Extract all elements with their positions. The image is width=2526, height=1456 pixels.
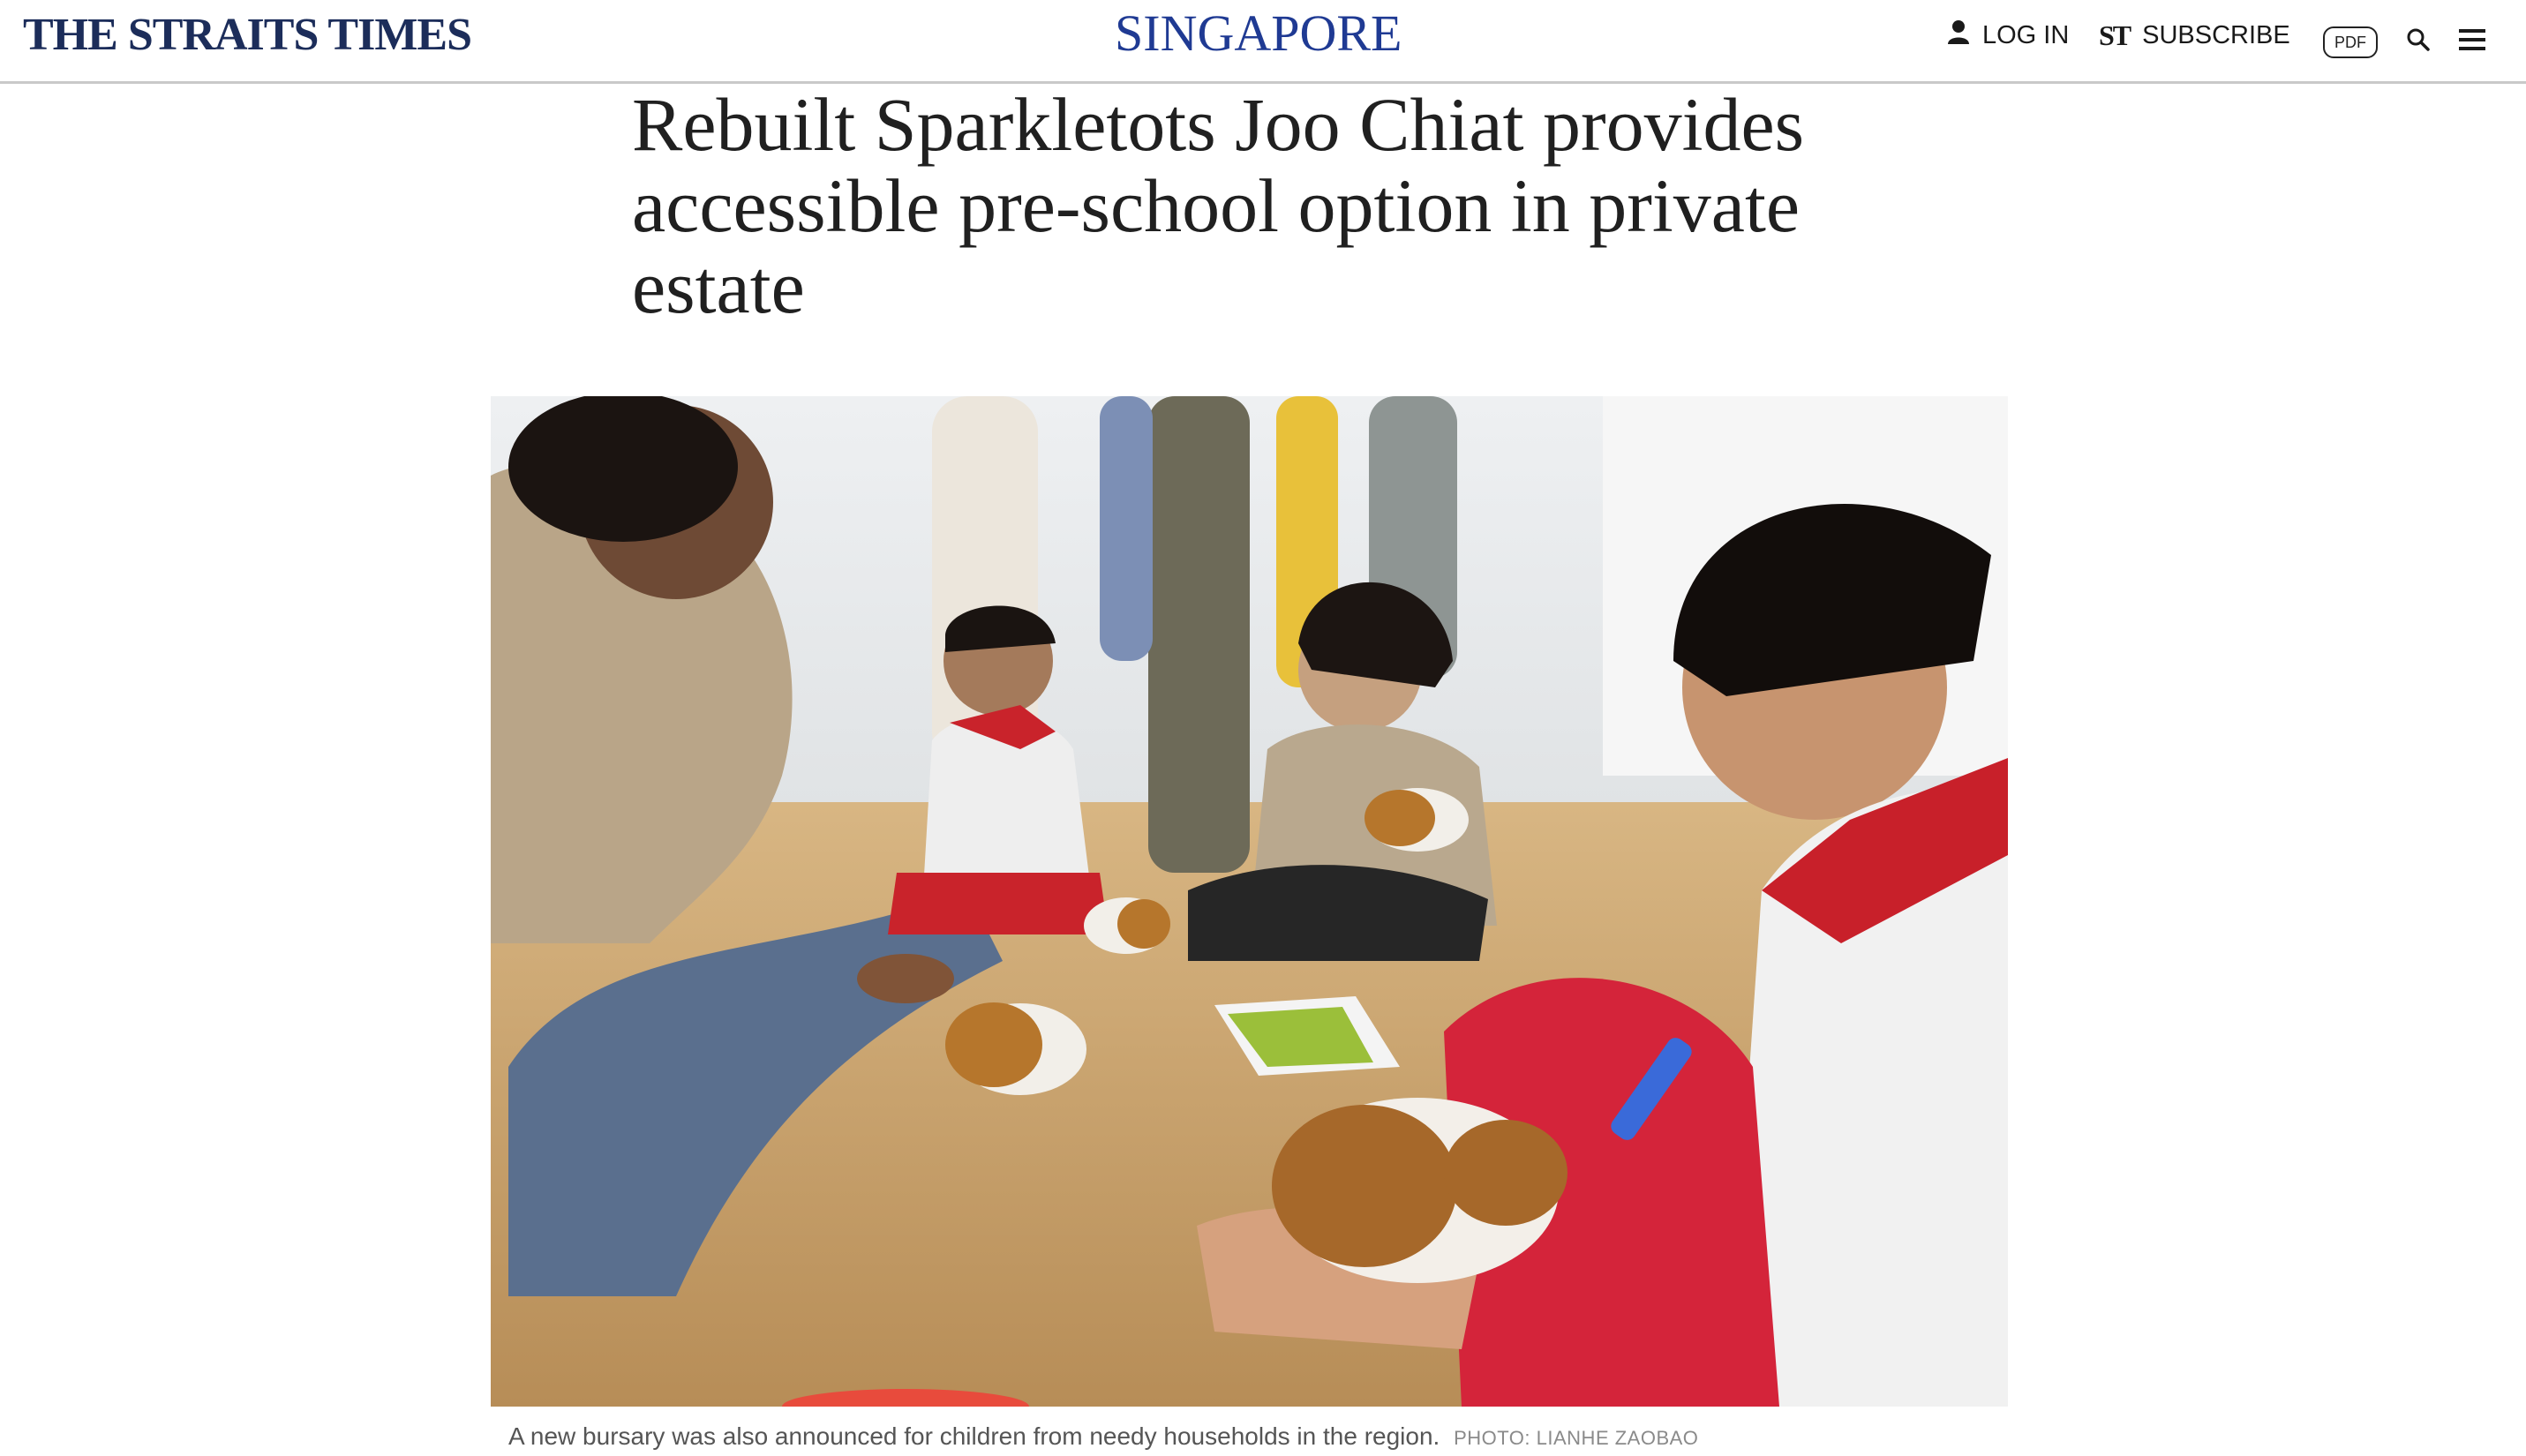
hamburger-menu-icon [2459, 29, 2485, 50]
menu-button[interactable] [2457, 26, 2487, 53]
article-photo[interactable] [491, 396, 2008, 1407]
search-icon [2407, 28, 2430, 51]
pdf-button[interactable]: PDF [2323, 26, 2378, 58]
user-icon [1947, 19, 1970, 51]
section-title[interactable]: SINGAPORE [1115, 4, 1402, 63]
photo-caption: A new bursary was also announced for chi… [508, 1422, 1698, 1451]
top-navigation-bar: THE STRAITS TIMES SINGAPORE LOG IN ST SU… [0, 0, 2526, 84]
site-logo[interactable]: THE STRAITS TIMES [23, 9, 472, 61]
subscribe-link[interactable]: ST SUBSCRIBE [2099, 19, 2290, 52]
search-button[interactable] [2405, 26, 2432, 53]
subscribe-label: SUBSCRIBE [2142, 21, 2290, 49]
login-label: LOG IN [1982, 20, 2070, 49]
photo-credit: PHOTO: LIANHE ZAOBAO [1454, 1427, 1699, 1449]
login-link[interactable]: LOG IN [1947, 19, 2069, 51]
caption-text: A new bursary was also announced for chi… [508, 1422, 1440, 1450]
st-logo-icon: ST [2099, 19, 2131, 51]
article-headline: Rebuilt Sparkletots Joo Chiat provides a… [632, 82, 1805, 329]
